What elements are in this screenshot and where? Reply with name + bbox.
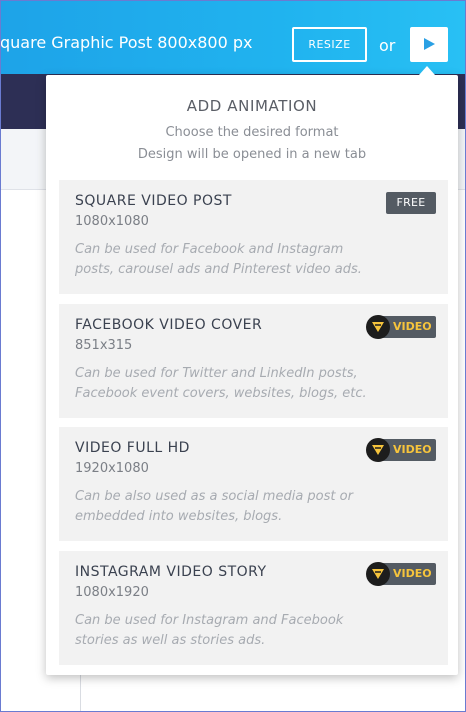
- option-description: Can be used for Facebook and Instagram p…: [75, 240, 425, 280]
- option-description-line: stories as well as stories ads.: [75, 633, 266, 648]
- resize-button[interactable]: RESIZE: [292, 27, 367, 62]
- option-description: Can be used for Twitter and LinkedIn pos…: [75, 364, 425, 404]
- premium-crown-icon: [366, 438, 390, 462]
- free-badge: FREE: [386, 192, 436, 214]
- option-size: 851x315: [75, 338, 133, 353]
- option-description-line: posts, carousel ads and Pinterest video …: [75, 262, 362, 277]
- dropdown-caret: [419, 66, 435, 75]
- option-title: FACEBOOK VIDEO COVER: [75, 317, 263, 333]
- dropdown-subtitle-line2: Design will be opened in a new tab: [137, 147, 367, 162]
- play-icon: [424, 38, 435, 50]
- option-description: Can be used for Instagram and Facebook s…: [75, 611, 425, 651]
- option-description-line: embedded into websites, blogs.: [75, 509, 283, 524]
- video-badge-label: VIDEO: [393, 567, 432, 580]
- premium-crown-icon: [366, 562, 390, 586]
- design-title: quare Graphic Post 800x800 px: [0, 33, 253, 52]
- option-facebook-video-cover[interactable]: FACEBOOK VIDEO COVER 851x315 Can be used…: [59, 304, 448, 418]
- video-badge-label: VIDEO: [393, 443, 432, 456]
- video-badge: VIDEO: [366, 315, 436, 339]
- option-instagram-video-story[interactable]: INSTAGRAM VIDEO STORY 1080x1920 Can be u…: [59, 551, 448, 665]
- option-description-line: Can be used for Facebook and Instagram: [75, 242, 344, 257]
- add-animation-dropdown: ADD ANIMATION Choose the desired format …: [46, 75, 458, 675]
- option-title: SQUARE VIDEO POST: [75, 193, 232, 209]
- option-description-line: Can be also used as a social media post …: [75, 489, 353, 504]
- option-size: 1080x1080: [75, 214, 149, 229]
- option-description: Can be also used as a social media post …: [75, 487, 425, 527]
- dropdown-subtitle-line1: Choose the desired format: [165, 125, 339, 140]
- option-square-video-post[interactable]: SQUARE VIDEO POST 1080x1080 Can be used …: [59, 180, 448, 294]
- option-description-line: Can be used for Twitter and LinkedIn pos…: [75, 366, 358, 381]
- option-description-line: Facebook event covers, websites, blogs, …: [75, 386, 367, 401]
- dropdown-title: ADD ANIMATION: [186, 97, 318, 115]
- top-bar: quare Graphic Post 800x800 px RESIZE or: [0, 0, 466, 74]
- video-badge-label: VIDEO: [393, 320, 432, 333]
- video-badge: VIDEO: [366, 438, 436, 462]
- video-badge: VIDEO: [366, 562, 436, 586]
- premium-crown-icon: [366, 315, 390, 339]
- option-video-full-hd[interactable]: VIDEO FULL HD 1920x1080 Can be also used…: [59, 427, 448, 541]
- option-title: INSTAGRAM VIDEO STORY: [75, 564, 267, 580]
- option-size: 1920x1080: [75, 461, 149, 476]
- or-label: or: [379, 36, 396, 55]
- option-title: VIDEO FULL HD: [75, 440, 190, 456]
- option-size: 1080x1920: [75, 585, 149, 600]
- animate-button[interactable]: [410, 27, 448, 62]
- option-description-line: Can be used for Instagram and Facebook: [75, 613, 344, 628]
